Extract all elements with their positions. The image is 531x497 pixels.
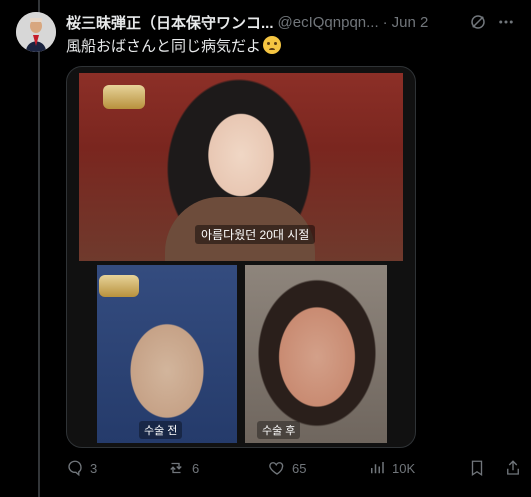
- like-count: 65: [292, 460, 307, 476]
- worried-face-emoji-icon: [263, 36, 282, 54]
- tweet-header: 桜三昧弾正（日本保守ワンコ... @ecIQqnpqn... · Jun 2: [66, 12, 524, 32]
- media-image-top: 아름다웠던 20대 시절: [79, 73, 403, 261]
- bookmark-icon: [468, 459, 486, 477]
- bar-chart-icon: [368, 459, 386, 477]
- retweet-count: 6: [192, 460, 200, 476]
- views-button[interactable]: 10K: [368, 456, 415, 480]
- avatar-image: [16, 12, 56, 52]
- more-icon: [499, 20, 513, 24]
- retweet-button[interactable]: 6: [166, 456, 199, 480]
- show-logo-icon: [99, 275, 139, 297]
- separator-dot: ·: [382, 13, 388, 31]
- more-options-button[interactable]: [496, 12, 516, 32]
- heart-icon: [268, 459, 286, 477]
- tweet-media[interactable]: 아름다웠던 20대 시절 수술 전 수술 후: [66, 66, 416, 448]
- show-logo-icon: [103, 85, 145, 109]
- thread-connector-line: [38, 0, 40, 497]
- view-count: 10K: [392, 460, 416, 476]
- tweet-actions: 3 6 65 10K: [66, 456, 524, 480]
- share-icon: [504, 459, 522, 477]
- reply-count: 3: [90, 460, 98, 476]
- tweet-text: 風船おばさんと同じ病気だよ: [66, 36, 282, 57]
- media-caption-top: 아름다웠던 20대 시절: [195, 225, 316, 244]
- share-button[interactable]: [504, 456, 522, 480]
- avatar[interactable]: [16, 12, 56, 52]
- tweet-date[interactable]: Jun 2: [392, 14, 429, 31]
- grok-icon: [471, 15, 485, 29]
- bookmark-button[interactable]: [468, 456, 486, 480]
- media-caption-right: 수술 후: [257, 421, 301, 439]
- tweet-text-content: 風船おばさんと同じ病気だよ: [66, 38, 262, 55]
- display-name[interactable]: 桜三昧弾正（日本保守ワンコ...: [66, 12, 274, 33]
- media-image-right: 수술 후: [245, 265, 387, 443]
- media-caption-left: 수술 전: [139, 421, 183, 439]
- media-image-left: 수술 전: [97, 265, 237, 443]
- retweet-icon: [166, 459, 186, 477]
- user-handle[interactable]: @ecIQqnpqn...: [278, 14, 379, 31]
- grok-button[interactable]: [468, 12, 488, 32]
- like-button[interactable]: 65: [268, 456, 306, 480]
- reply-button[interactable]: 3: [66, 456, 97, 480]
- reply-icon: [66, 459, 84, 477]
